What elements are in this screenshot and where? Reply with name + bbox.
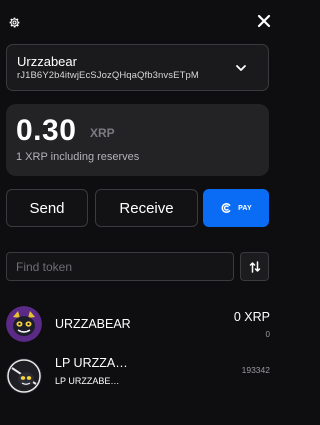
sort-button[interactable] [240,252,269,281]
gear-icon[interactable] [8,16,21,29]
pay-label: PAY [238,204,252,212]
token-name: LP URZZA… [55,356,128,370]
account-selector[interactable]: Urzzabear rJ1B6Y2b4itwjEcSJozQHqaQfb3nvs… [6,44,269,91]
token-avatar [6,358,42,394]
token-balance-sub: 0 [265,330,270,339]
balance-amount: 0.30 [16,114,77,147]
balance-card: 0.30 XRP 1 XRP including reserves [6,104,269,176]
close-icon[interactable] [256,13,272,29]
receive-button[interactable]: Receive [95,189,198,227]
account-name: Urzzabear [17,54,77,69]
top-bar [0,0,292,44]
token-balance: 193342 [241,365,270,375]
bear-avatar-icon [6,306,42,342]
balance-currency: XRP [90,126,115,140]
token-row[interactable]: URZZABEAR 0 XRP 0 [0,300,292,348]
token-name: URZZABEAR [55,317,131,331]
sort-icon [249,261,261,273]
token-subtitle: LP URZZABE… [55,376,120,386]
search-input[interactable] [6,252,234,281]
chevron-down-icon [236,65,246,71]
pay-button[interactable]: PAY [203,189,269,227]
token-balance: 0 XRP [233,310,270,324]
token-avatar [6,306,42,342]
lp-bear-avatar-icon [6,358,42,394]
reserve-note: 1 XRP including reserves [16,151,140,163]
send-button[interactable]: Send [6,189,88,227]
account-address: rJ1B6Y2b4itwjEcSJozQHqaQfb3nvsETpM [17,70,199,81]
pay-logo-icon [221,203,231,213]
token-row[interactable]: LP URZZA… LP URZZABE… 193342 [0,352,292,402]
